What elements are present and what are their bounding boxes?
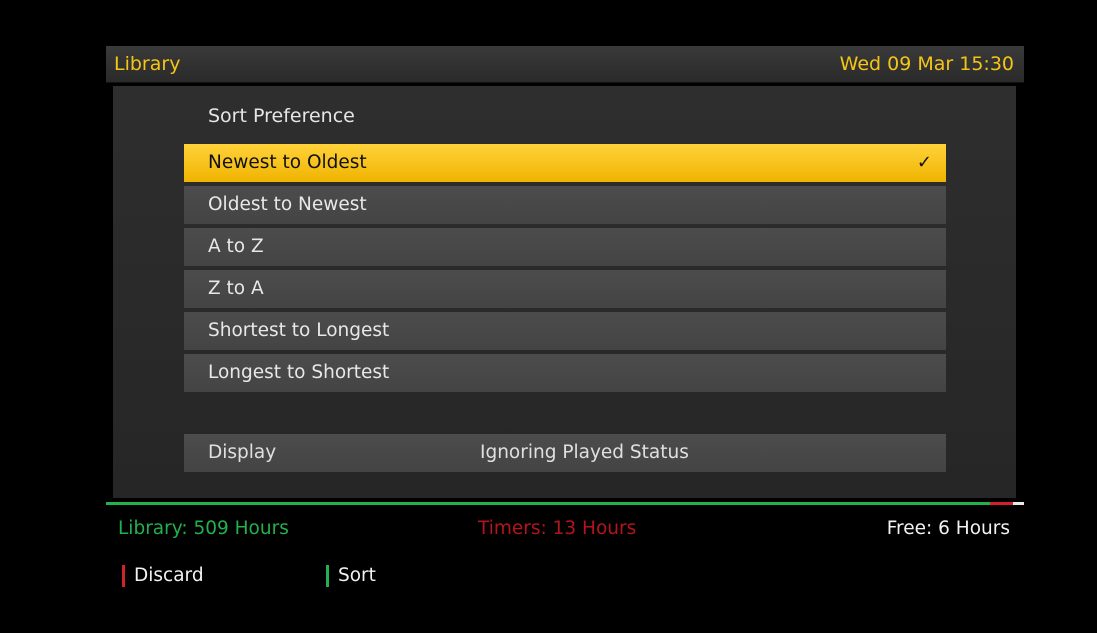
option-label: Longest to Shortest — [208, 362, 390, 383]
option-label: Shortest to Longest — [208, 320, 390, 341]
sort-option-list: Newest to Oldest ✓ Oldest to Newest A to… — [184, 144, 946, 396]
option-z-to-a[interactable]: Z to A — [184, 270, 946, 308]
option-label: Oldest to Newest — [208, 194, 367, 215]
display-value: Ignoring Played Status — [480, 442, 689, 463]
option-shortest-to-longest[interactable]: Shortest to Longest — [184, 312, 946, 350]
red-key-icon — [122, 565, 125, 587]
sort-key[interactable]: Sort — [326, 562, 376, 590]
option-newest-to-oldest[interactable]: Newest to Oldest ✓ — [184, 144, 946, 182]
discard-key-label: Discard — [134, 565, 204, 586]
sort-key-label: Sort — [338, 565, 376, 586]
storage-capacity-bar — [106, 502, 1024, 506]
timers-capacity-segment — [990, 502, 1013, 505]
green-key-icon — [326, 565, 329, 587]
library-hours: Library: 509 Hours — [118, 518, 289, 539]
option-longest-to-shortest[interactable]: Longest to Shortest — [184, 354, 946, 392]
free-hours: Free: 6 Hours — [886, 518, 1010, 539]
page-title: Library — [114, 53, 181, 75]
option-oldest-to-newest[interactable]: Oldest to Newest — [184, 186, 946, 224]
option-label: Z to A — [208, 278, 264, 299]
option-label: Newest to Oldest — [208, 152, 367, 173]
date-time: Wed 09 Mar 15:30 — [839, 53, 1014, 75]
display-setting-row[interactable]: Display Ignoring Played Status — [184, 434, 946, 472]
free-capacity-segment — [1013, 502, 1024, 505]
discard-key[interactable]: Discard — [122, 562, 204, 590]
header-bar: Library Wed 09 Mar 15:30 — [106, 46, 1024, 83]
display-label: Display — [208, 442, 277, 463]
option-label: A to Z — [208, 236, 264, 257]
tv-screen: Library Wed 09 Mar 15:30 Sort Preference… — [0, 0, 1097, 633]
timers-hours: Timers: 13 Hours — [478, 518, 637, 539]
option-a-to-z[interactable]: A to Z — [184, 228, 946, 266]
storage-stats: Library: 509 Hours Timers: 13 Hours Free… — [118, 515, 1010, 543]
library-capacity-segment — [106, 502, 990, 505]
checkmark-icon: ✓ — [916, 152, 932, 173]
section-title: Sort Preference — [208, 105, 355, 127]
